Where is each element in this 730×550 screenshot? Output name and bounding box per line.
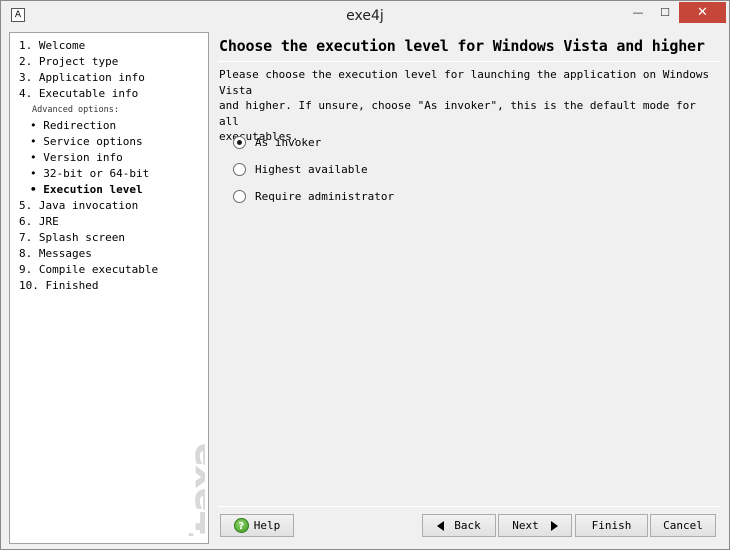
page-title: Choose the execution level for Windows V… [219,37,705,55]
radio-button-selected[interactable] [233,135,246,149]
option-label: As invoker [255,135,322,149]
step-redirection: • Redirection [30,119,117,132]
help-button-label: Help [253,519,281,532]
step-execution-level: • Execution level [30,183,143,196]
description-line: Please choose the execution level for la… [219,68,710,97]
description-line: and higher. If unsure, choose "As invoke… [219,99,696,128]
option-require-administrator[interactable]: Require administrator [233,188,394,204]
step-finished: 10. Finished [19,279,99,292]
step-java-invocation: 5. Java invocation [19,199,139,212]
finish-button[interactable]: Finish [575,514,648,537]
arrow-left-icon [437,520,445,531]
step-service-options: • Service options [30,135,143,148]
step-version-info: • Version info [30,151,123,164]
step-executable-info: 4. Executable info [19,87,139,100]
step-32-or-64-bit: • 32-bit or 64-bit [30,167,150,180]
back-button[interactable]: Back [422,514,496,537]
help-button[interactable]: ? Help [220,514,294,537]
minimize-button[interactable]: — [625,2,651,23]
step-splash-screen: 7. Splash screen [19,231,125,244]
maximize-button[interactable]: ☐ [652,2,678,23]
footer-divider [218,506,721,507]
step-messages: 8. Messages [19,247,92,260]
option-as-invoker[interactable]: As invoker [233,134,321,150]
step-jre: 6. JRE [19,215,59,228]
window-title: exe4j [346,8,384,24]
steps-sidebar: 1. Welcome 2. Project type 3. Applicatio… [9,32,209,544]
arrow-right-icon [550,520,558,531]
option-label: Highest available [255,162,368,176]
cancel-button[interactable]: Cancel [650,514,716,537]
step-compile-executable: 9. Compile executable [19,263,159,276]
close-button[interactable]: ✕ [679,2,726,23]
page-description: Please choose the execution level for la… [219,67,719,145]
option-label: Require administrator [255,189,395,203]
title-bar[interactable]: A exe4j — ☐ ✕ [1,1,729,31]
cancel-button-label: Cancel [663,519,703,532]
exe4j-watermark-logo: exe4j [187,443,205,536]
finish-button-label: Finish [591,519,632,532]
step-project-type: 2. Project type [19,55,119,68]
svg-text:exe4j: exe4j [187,443,205,536]
radio-button[interactable] [233,162,246,176]
radio-button[interactable] [233,189,246,203]
help-question-icon: ? [233,518,249,533]
next-button-label: Next [512,519,539,532]
step-application-info: 3. Application info [19,71,145,84]
step-welcome: 1. Welcome [19,39,86,52]
next-button[interactable]: Next [498,514,572,537]
option-highest-available[interactable]: Highest available [233,161,368,177]
advanced-options-label: Advanced options: [32,105,119,115]
back-button-label: Back [454,519,481,532]
installer-window: A exe4j — ☐ ✕ 1. Welcome 2. Project type… [0,0,730,550]
heading-divider [218,61,721,62]
